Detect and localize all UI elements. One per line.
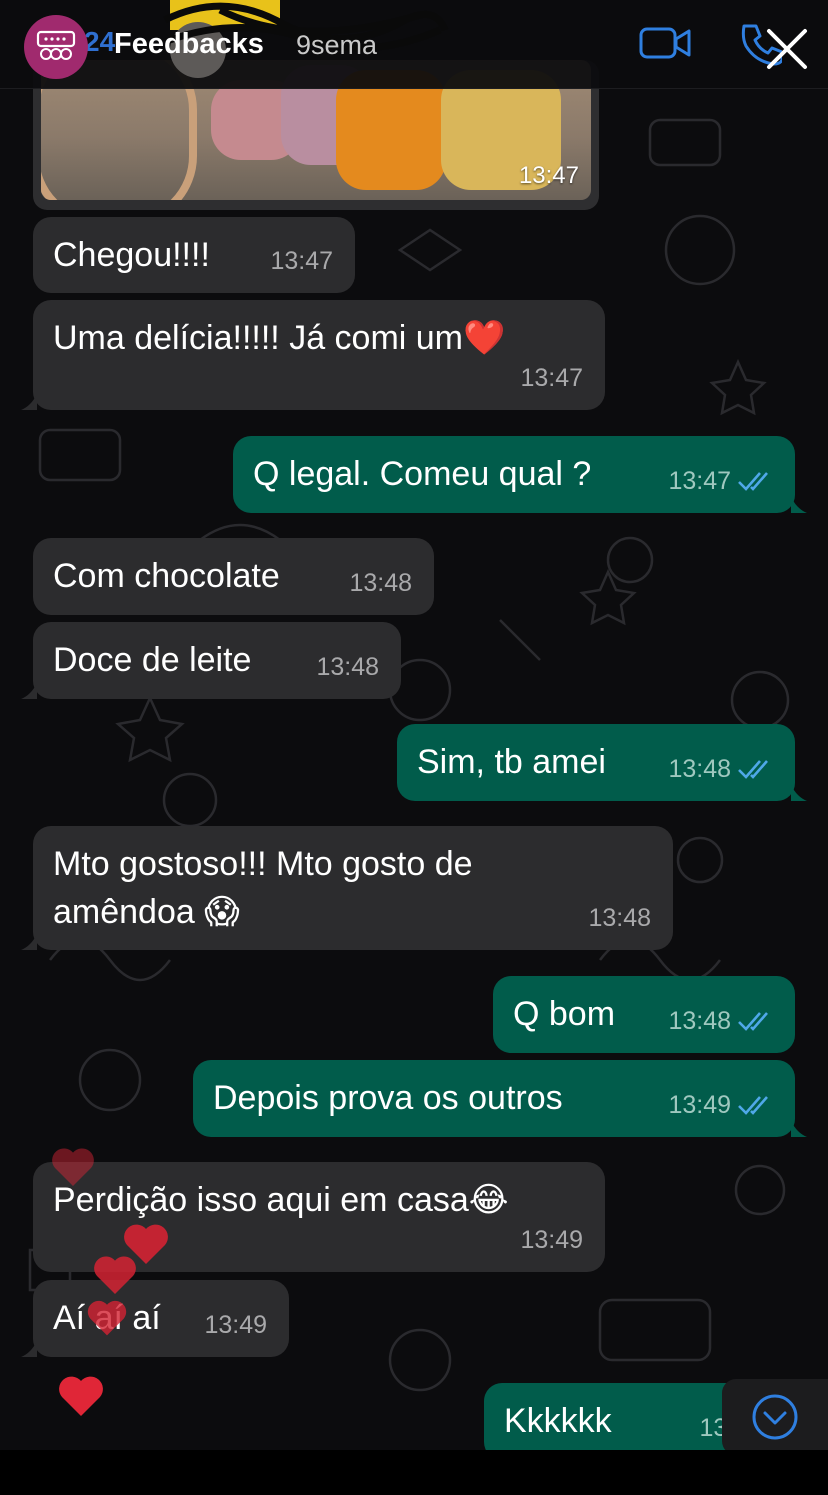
close-icon[interactable]	[764, 26, 810, 72]
message-text: Uma delícia!!!!! Já comi um❤️	[53, 319, 506, 357]
message-text: Mto gostoso!!! Mto gosto de amêndoa 😱	[53, 845, 473, 931]
heart-icon	[52, 1148, 94, 1186]
bubble-tail	[791, 785, 807, 801]
message-time: 13:49	[520, 1226, 583, 1254]
message-bubble[interactable]: Mto gostoso!!! Mto gosto de amêndoa 😱 13…	[21, 826, 673, 950]
story-avatar-icon	[36, 30, 76, 60]
heart-icon	[87, 1300, 127, 1336]
message-bubble[interactable]: Com chocolate 13:48	[33, 538, 434, 615]
message-bubble[interactable]: Doce de leite 13:48	[21, 622, 401, 699]
heart-icon	[94, 1256, 136, 1294]
message-bubble[interactable]: Aí aí aí 13:49	[21, 1280, 289, 1357]
message-time: 13:48	[588, 904, 651, 932]
story-title: Feedbacks	[114, 28, 264, 60]
scroll-to-bottom-button[interactable]	[722, 1379, 828, 1450]
message-time: 13:48	[316, 653, 379, 681]
double-check-icon	[738, 1096, 768, 1115]
bubble-tail	[791, 1121, 807, 1137]
message-bubble[interactable]: Q legal. Comeu qual ? 13:47	[233, 436, 807, 513]
bubble-tail	[21, 683, 37, 699]
scroll-down-icon	[752, 1394, 798, 1440]
message-time: 13:48	[349, 569, 412, 597]
story-header: 24 Feedbacks 9sema	[0, 0, 828, 89]
story-age: 9sema	[296, 30, 378, 60]
message-time: 13:47	[520, 364, 583, 392]
message-time: 13:49	[668, 1091, 731, 1119]
message-time: 13:49	[204, 1311, 267, 1339]
message-time: 13:47	[270, 247, 333, 275]
message-text: Perdição isso aqui em casa😂	[53, 1181, 509, 1219]
bubble-tail	[21, 1341, 37, 1357]
message-time: 13:47	[668, 467, 731, 495]
message-time: 13:48	[668, 755, 731, 783]
double-check-icon	[738, 472, 768, 491]
double-check-icon	[738, 760, 768, 779]
bubble-tail	[21, 394, 37, 410]
message-bubble[interactable]: Sim, tb amei 13:48	[397, 724, 807, 801]
story-avatar[interactable]	[24, 15, 88, 79]
message-bubble[interactable]: Q bom 13:48	[493, 976, 795, 1053]
message-time: 13:47	[518, 162, 579, 189]
double-check-icon	[738, 1012, 768, 1031]
message-bubble[interactable]: Chegou!!!! 13:47	[33, 217, 355, 293]
message-bubble[interactable]: Uma delícia!!!!! Já comi um❤️ 13:47	[21, 300, 605, 410]
chat-area: 13:47 Chegou!!!! 13:47 Uma delícia!!!!! …	[0, 0, 828, 1450]
message-bubble[interactable]: Depois prova os outros 13:49	[193, 1060, 807, 1137]
bottom-bar	[0, 1450, 828, 1495]
video-call-icon[interactable]	[638, 24, 692, 62]
bubble-tail	[21, 934, 37, 950]
heart-icon	[59, 1376, 103, 1416]
bubble-tail	[791, 497, 807, 513]
contact-number: 24	[84, 26, 116, 57]
message-time: 13:48	[668, 1007, 731, 1035]
